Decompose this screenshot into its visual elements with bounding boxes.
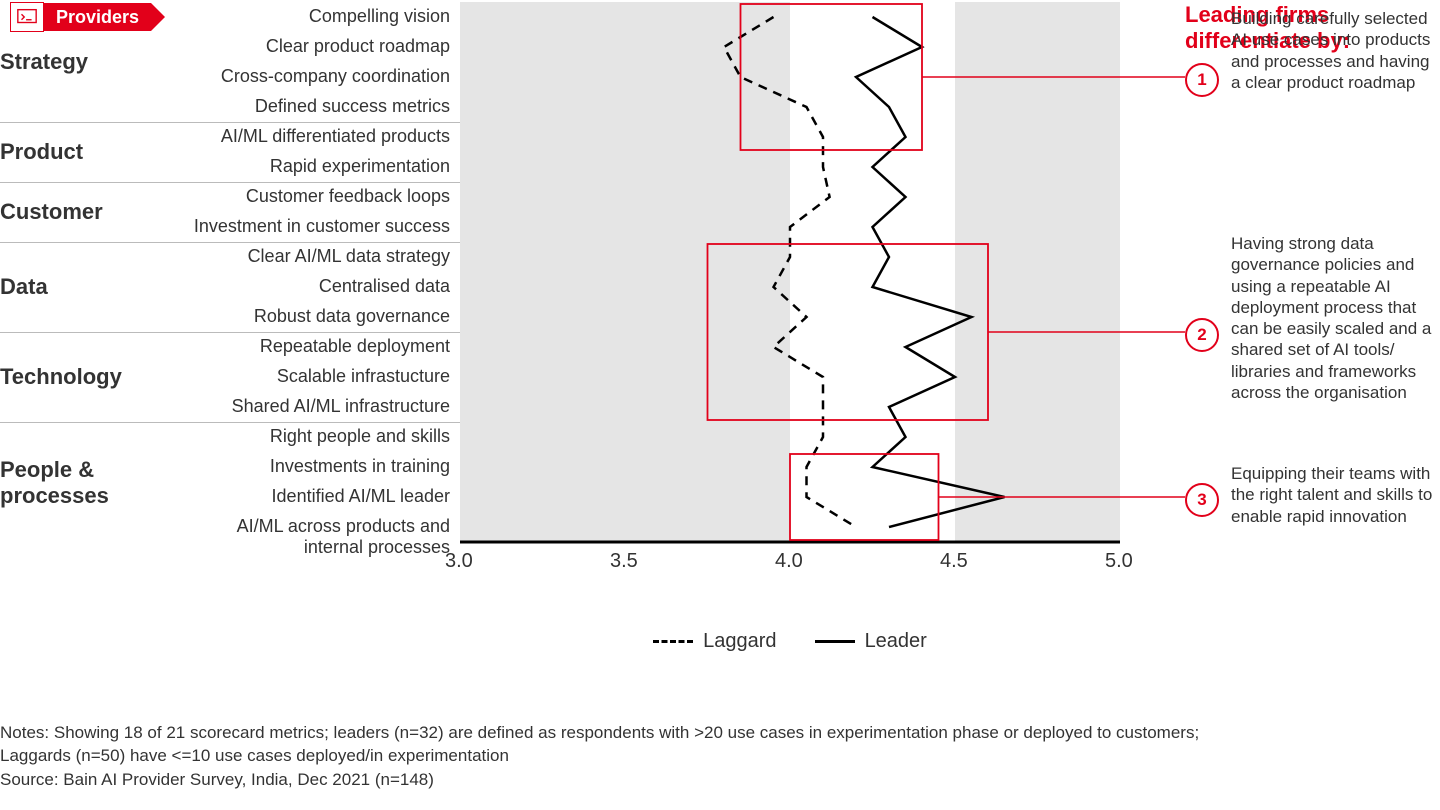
legend: Laggard Leader <box>460 630 1120 653</box>
callout-text: Having strong data governance policies a… <box>1231 233 1435 403</box>
note-line-3: Source: Bain AI Provider Survey, India, … <box>0 768 1199 792</box>
category-label: Technology <box>0 364 170 390</box>
metric-label: Compelling vision <box>309 6 450 27</box>
right-callouts: Leading firms differentiate by: 1Buildin… <box>1185 2 1435 55</box>
category-label: Customer <box>0 199 170 225</box>
callout-item: 2Having strong data governance policies … <box>1185 233 1435 403</box>
metric-label: Clear product roadmap <box>266 36 450 57</box>
note-line-2: Laggards (n=50) have <=10 use cases depl… <box>0 744 1199 768</box>
category-divider <box>0 182 460 183</box>
callout-item: 1Building carefully selected AI use case… <box>1185 8 1435 93</box>
providers-badge-label: Providers <box>44 3 151 31</box>
chart-plot <box>460 0 1200 600</box>
metric-label: Robust data governance <box>254 306 450 327</box>
metric-label: Repeatable deployment <box>260 336 450 357</box>
legend-leader-swatch <box>815 640 855 643</box>
metric-label: Defined success metrics <box>255 96 450 117</box>
legend-laggard-swatch <box>653 640 693 643</box>
category-divider <box>0 332 460 333</box>
metric-label: Investment in customer success <box>194 216 450 237</box>
legend-laggard-label: Laggard <box>703 630 776 653</box>
category-label: Strategy <box>0 49 170 75</box>
callout-text: Equipping their teams with the right tal… <box>1231 463 1435 527</box>
metric-label: AI/ML across products and internal proce… <box>190 516 450 558</box>
footnotes: Notes: Showing 18 of 21 scorecard metric… <box>0 721 1199 792</box>
metric-label: Scalable infrastucture <box>277 366 450 387</box>
category-label: Data <box>0 274 170 300</box>
note-line-1: Notes: Showing 18 of 21 scorecard metric… <box>0 721 1199 745</box>
metric-label: Investments in training <box>270 456 450 477</box>
metric-label: Cross-company coordination <box>221 66 450 87</box>
metric-label: Rapid experimentation <box>270 156 450 177</box>
providers-icon <box>10 2 44 32</box>
metric-label: Right people and skills <box>270 426 450 447</box>
metric-label: Centralised data <box>319 276 450 297</box>
category-label: People & processes <box>0 457 170 509</box>
providers-badge: Providers <box>10 2 151 32</box>
callout-text: Building carefully selected AI use cases… <box>1231 8 1435 93</box>
legend-leader-label: Leader <box>865 630 927 653</box>
metric-label: Shared AI/ML infrastructure <box>232 396 450 417</box>
category-label: Product <box>0 139 170 165</box>
category-divider <box>0 422 460 423</box>
category-divider <box>0 242 460 243</box>
metric-label: Customer feedback loops <box>246 186 450 207</box>
metric-label: Clear AI/ML data strategy <box>248 246 450 267</box>
callout-item: 3Equipping their teams with the right ta… <box>1185 463 1435 527</box>
metric-label: AI/ML differentiated products <box>221 126 450 147</box>
category-divider <box>0 122 460 123</box>
metric-label: Identified AI/ML leader <box>272 486 450 507</box>
